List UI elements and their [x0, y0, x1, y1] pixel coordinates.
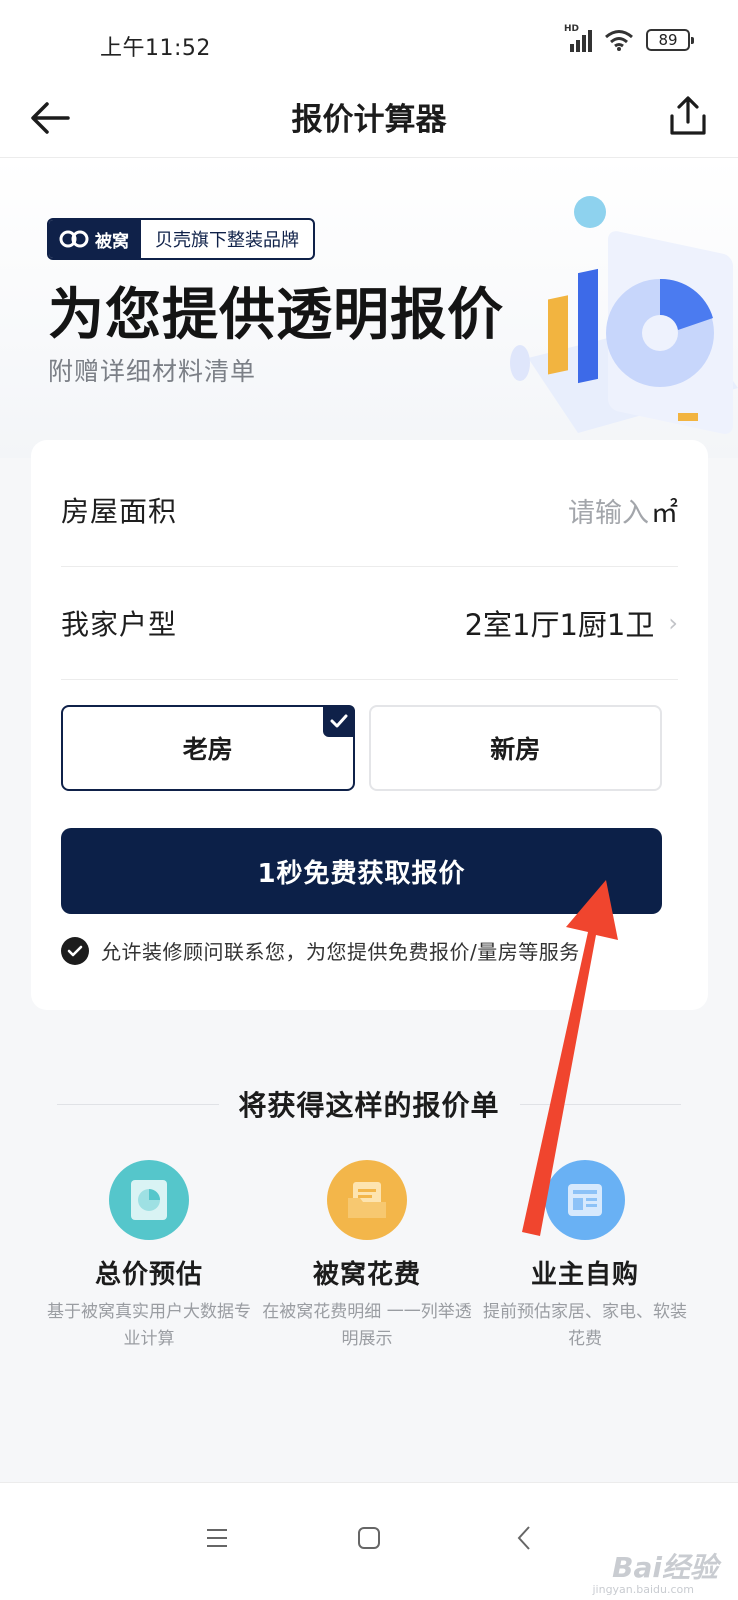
status-bar: 上午11:52 HD 89 [0, 0, 738, 80]
feature-item: 总价预估 基于被窝真实用户大数据专业计算 [40, 1160, 258, 1353]
menu-icon [207, 1529, 227, 1547]
agreement-checkbox[interactable] [61, 936, 89, 965]
system-nav-bar: Bai经验 jingyan.baidu.com [0, 1482, 738, 1600]
feature-item: 被窝花费 在被窝花费明细 一一列举透明展示 [258, 1160, 476, 1353]
chevron-left-icon [517, 1526, 530, 1550]
hero-title: 为您提供透明报价 [48, 283, 504, 348]
get-quote-button[interactable]: 1秒免费获取报价 [61, 828, 662, 914]
agreement-row: 允许装修顾问联系您，为您提供免费报价/量房等服务 [61, 936, 580, 965]
section-header: 将获得这样的报价单 [57, 1082, 682, 1126]
menu-button[interactable] [192, 1513, 242, 1563]
brand-tag: 被窝 贝壳旗下整装品牌 [47, 218, 315, 260]
chevron-right-icon: › [668, 609, 678, 637]
folder-icon [327, 1160, 407, 1240]
layout-value-text: 2室1厅1厨1卫 [464, 608, 655, 642]
layout-label: 我家户型 [61, 608, 178, 641]
status-time: 上午11:52 [100, 36, 211, 61]
brand-tagline: 贝壳旗下整装品牌 [155, 230, 299, 251]
option-old-label: 老房 [182, 735, 233, 764]
agreement-text: 允许装修顾问联系您，为您提供免费报价/量房等服务 [101, 940, 580, 964]
home-button[interactable] [344, 1513, 394, 1563]
battery-icon: 89 [646, 29, 694, 51]
cell-signal-icon: HD [564, 24, 592, 52]
option-old-house[interactable]: 老房 [61, 705, 355, 791]
feature-item: 业主自购 提前预估家居、家电、软装花费 [476, 1160, 694, 1353]
layout-value[interactable]: 2室1厅1厨1卫 › [465, 602, 678, 644]
wifi-icon [605, 30, 633, 51]
feature-list: 总价预估 基于被窝真实用户大数据专业计算 被窝花费 在被窝花费明细 一一列举透明… [0, 1160, 738, 1353]
brand-logo-text: 被窝 [95, 231, 129, 252]
hero-banner: 被窝 贝壳旗下整装品牌 为您提供透明报价 附赠详细材料清单 [0, 158, 738, 458]
area-row[interactable]: 房屋面积 请输入 ㎡ [61, 454, 678, 567]
chart-illustration [510, 196, 738, 434]
page-title: 报价计算器 [291, 102, 447, 138]
layout-row[interactable]: 我家户型 2室1厅1厨1卫 › [61, 567, 678, 680]
status-icons: HD 89 [564, 24, 694, 52]
feature-desc: 基于被窝真实用户大数据专业计算 [47, 1302, 251, 1349]
area-label: 房屋面积 [61, 495, 178, 528]
feature-name: 总价预估 [94, 1260, 203, 1290]
network-type-label: HD [564, 24, 580, 34]
option-new-house[interactable]: 新房 [368, 705, 662, 791]
feature-desc: 在被窝花费明细 一一列举透明展示 [262, 1302, 472, 1349]
document-icon [545, 1160, 625, 1240]
divider [57, 1103, 219, 1105]
option-new-label: 新房 [490, 735, 541, 764]
pie-chart-icon [109, 1160, 189, 1240]
area-placeholder: 请输入 [568, 497, 649, 529]
share-button[interactable] [662, 90, 714, 142]
brand-logo: 被窝 [49, 220, 141, 258]
hero-subtitle: 附赠详细材料清单 [48, 357, 257, 386]
house-type-options: 老房 新房 [61, 705, 662, 791]
watermark-url: jingyan.baidu.com [592, 1583, 694, 1596]
feature-desc: 提前预估家居、家电、软装花费 [483, 1302, 687, 1349]
section-title: 将获得这样的报价单 [238, 1089, 500, 1122]
check-icon [67, 945, 83, 956]
area-input[interactable]: 请输入 ㎡ [568, 491, 678, 530]
beiwo-logo-icon [59, 230, 89, 248]
home-square-icon [358, 1527, 380, 1549]
area-unit: ㎡ [651, 497, 678, 529]
share-icon [670, 96, 706, 135]
feature-name: 被窝花费 [312, 1260, 421, 1290]
watermark: Bai经验 [612, 1551, 718, 1584]
system-back-button[interactable] [499, 1513, 549, 1563]
feature-name: 业主自购 [530, 1260, 639, 1290]
check-icon [322, 705, 355, 737]
nav-bar: 报价计算器 [0, 80, 738, 158]
quote-form-card: 房屋面积 请输入 ㎡ 我家户型 2室1厅1厨1卫 › 老房 新房 1秒免费获取报… [31, 440, 708, 1010]
divider [519, 1103, 682, 1105]
